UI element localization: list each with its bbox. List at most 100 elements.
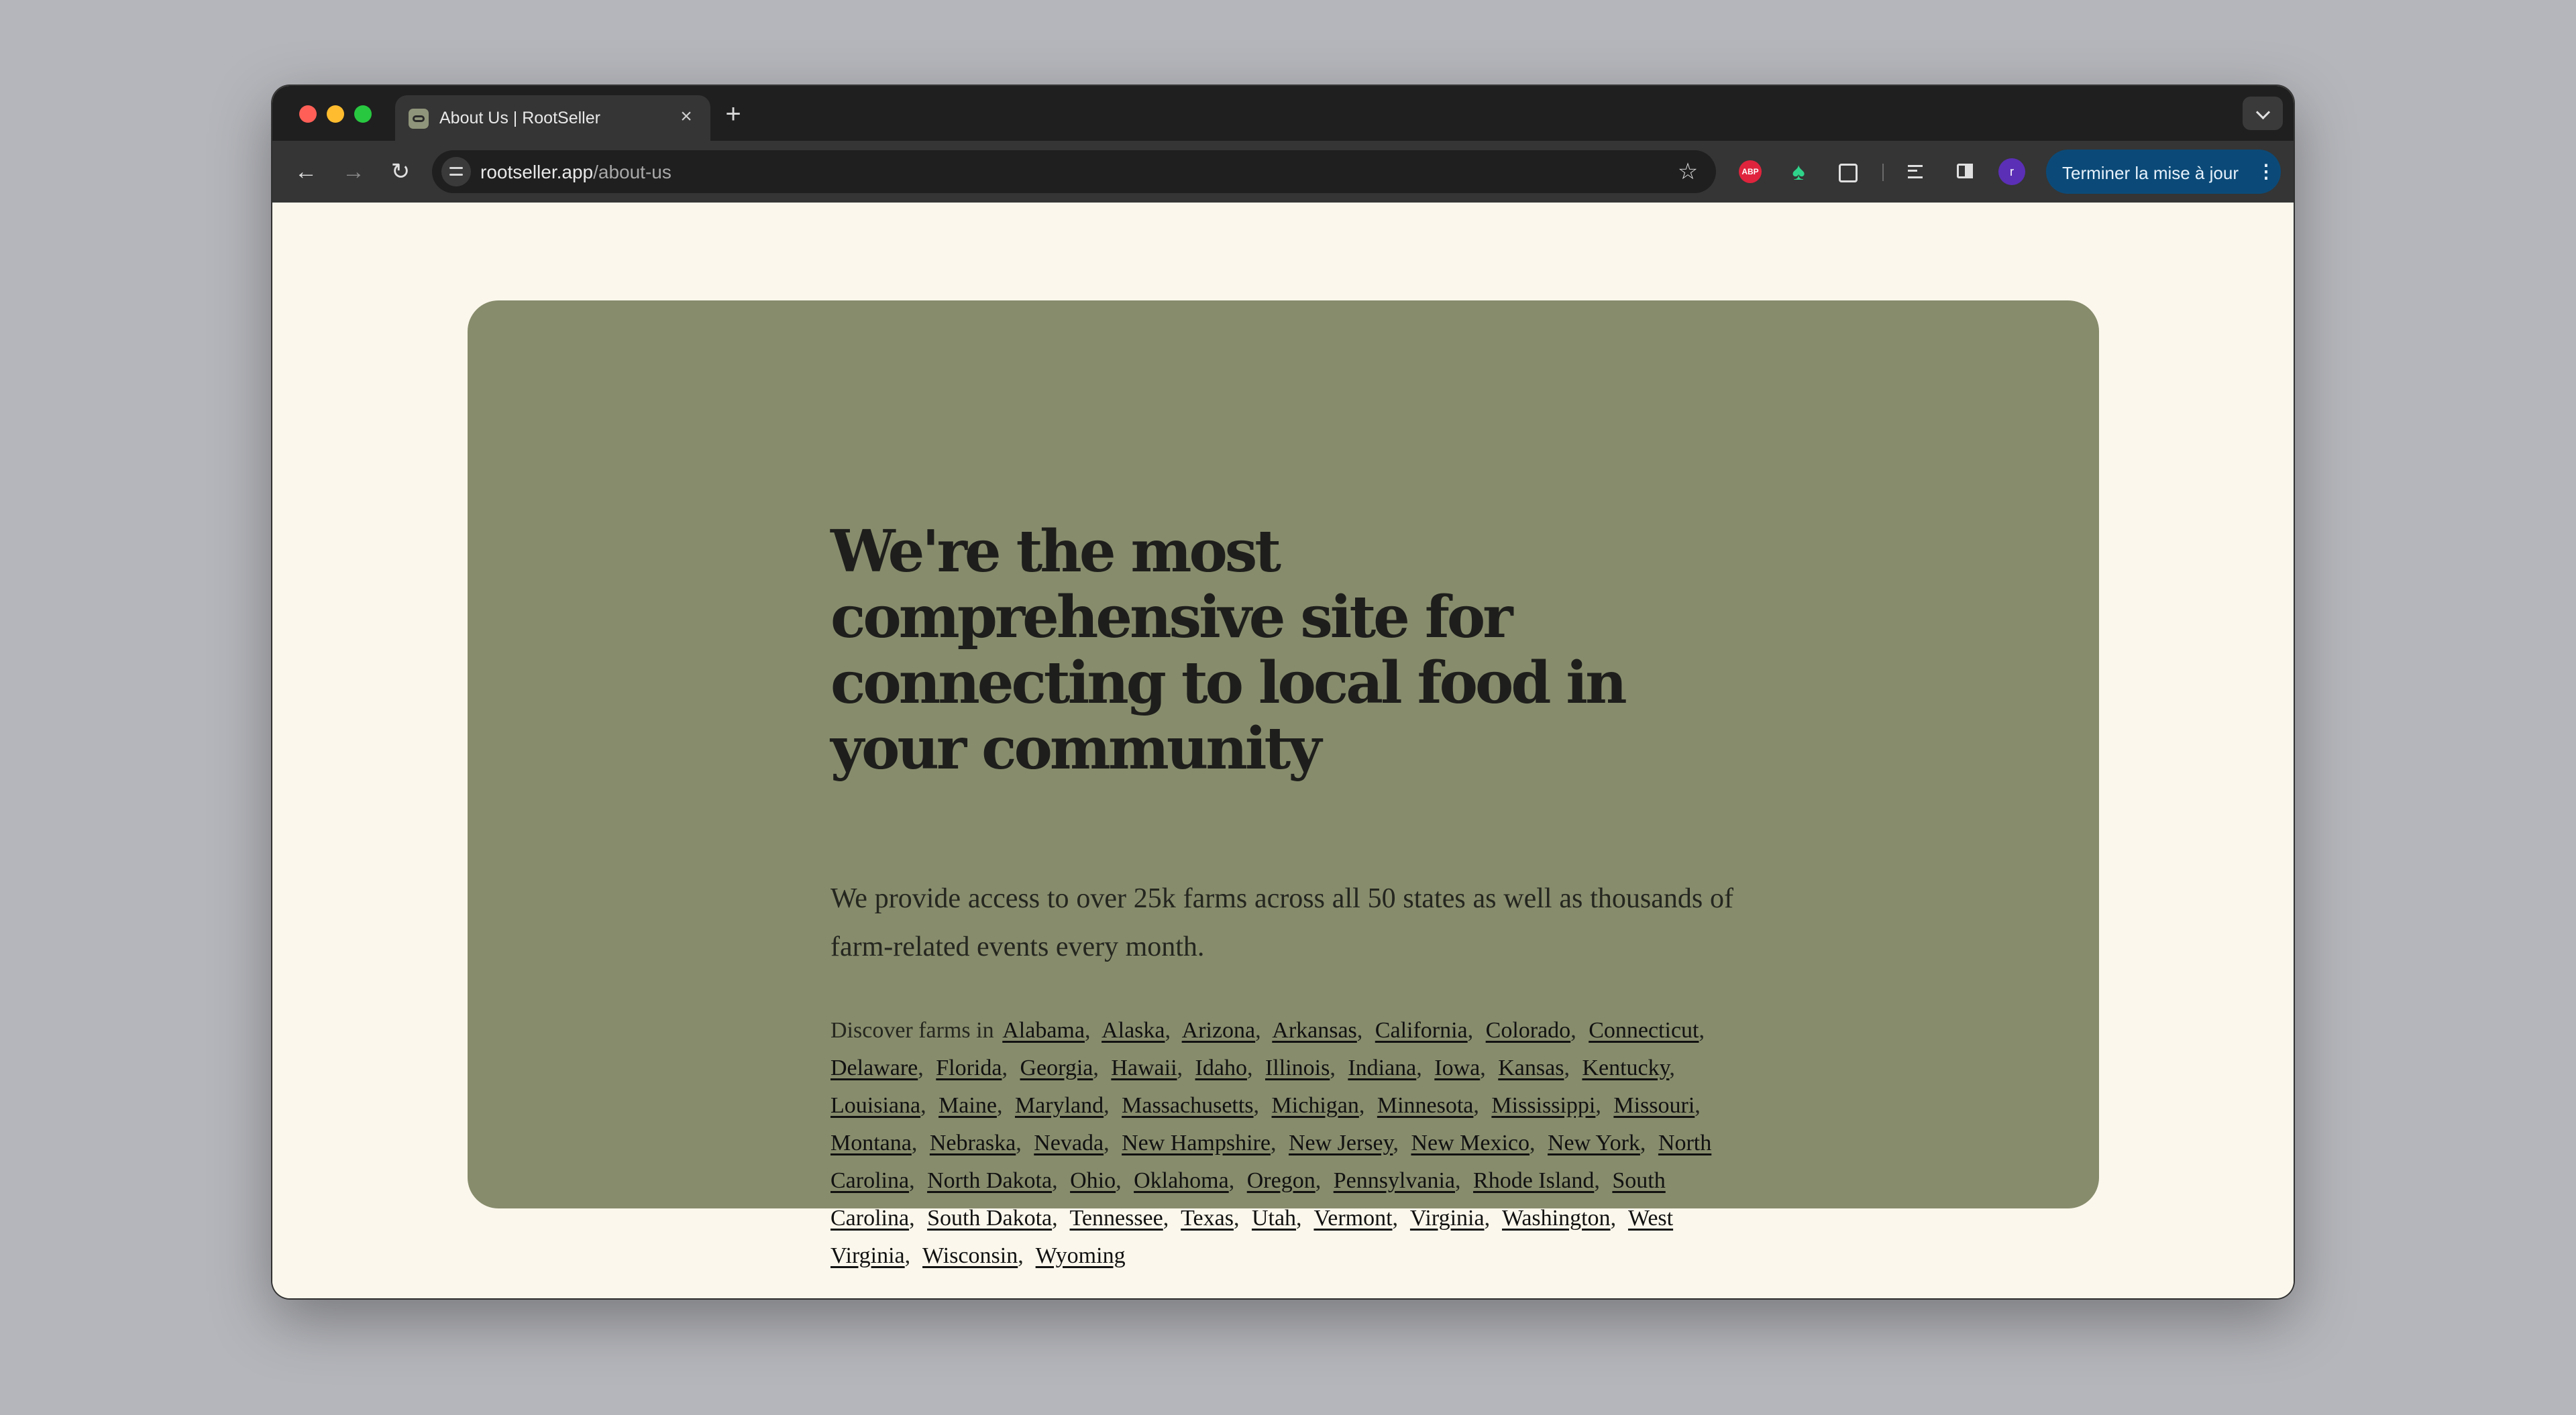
tree-extension-icon[interactable]: ♠ bbox=[1783, 156, 1814, 187]
state-separator: , bbox=[1610, 1206, 1617, 1231]
state-separator: , bbox=[1084, 1018, 1091, 1043]
state-separator: , bbox=[1315, 1168, 1322, 1193]
state-link-montana[interactable]: Montana bbox=[830, 1131, 912, 1155]
media-controls-icon[interactable] bbox=[1901, 156, 1932, 187]
state-separator: , bbox=[1570, 1018, 1576, 1043]
close-window-button[interactable] bbox=[299, 105, 317, 123]
state-link-illinois[interactable]: Illinois bbox=[1265, 1056, 1330, 1080]
adblock-plus-icon[interactable] bbox=[1735, 156, 1766, 187]
state-separator: , bbox=[1455, 1168, 1461, 1193]
side-panel-icon[interactable] bbox=[1949, 156, 1980, 187]
state-separator: , bbox=[1018, 1243, 1024, 1268]
state-separator: , bbox=[1177, 1056, 1183, 1080]
state-link-new-jersey[interactable]: New Jersey bbox=[1289, 1131, 1393, 1155]
state-link-idaho[interactable]: Idaho bbox=[1195, 1056, 1247, 1080]
bookmark-star-icon[interactable]: ☆ bbox=[1672, 156, 1704, 188]
extensions-puzzle-icon[interactable] bbox=[1831, 156, 1862, 187]
tab-search-chevron-icon[interactable] bbox=[2243, 97, 2283, 130]
state-link-louisiana[interactable]: Louisiana bbox=[830, 1093, 920, 1118]
state-separator: , bbox=[1480, 1056, 1486, 1080]
state-link-indiana[interactable]: Indiana bbox=[1348, 1056, 1416, 1080]
state-link-wisconsin[interactable]: Wisconsin bbox=[922, 1243, 1018, 1268]
state-link-maryland[interactable]: Maryland bbox=[1015, 1093, 1104, 1118]
state-separator: , bbox=[1594, 1168, 1600, 1193]
state-separator: , bbox=[1392, 1206, 1399, 1231]
state-link-oregon[interactable]: Oregon bbox=[1247, 1168, 1316, 1193]
maximize-window-button[interactable] bbox=[354, 105, 372, 123]
state-link-alabama[interactable]: Alabama bbox=[1002, 1018, 1085, 1043]
state-link-minnesota[interactable]: Minnesota bbox=[1377, 1093, 1474, 1118]
state-separator: , bbox=[1393, 1131, 1399, 1155]
tab-about-us[interactable]: About Us | RootSeller × bbox=[395, 95, 710, 141]
state-link-tennessee[interactable]: Tennessee bbox=[1070, 1206, 1163, 1231]
state-separator: , bbox=[1165, 1018, 1171, 1043]
state-link-missouri[interactable]: Missouri bbox=[1613, 1093, 1695, 1118]
rootseller-favicon-icon bbox=[409, 109, 429, 129]
state-link-arkansas[interactable]: Arkansas bbox=[1272, 1018, 1357, 1043]
state-link-ohio[interactable]: Ohio bbox=[1070, 1168, 1116, 1193]
state-link-arizona[interactable]: Arizona bbox=[1182, 1018, 1256, 1043]
state-link-north-dakota[interactable]: North Dakota bbox=[927, 1168, 1052, 1193]
state-link-maine[interactable]: Maine bbox=[938, 1093, 997, 1118]
state-link-kansas[interactable]: Kansas bbox=[1498, 1056, 1564, 1080]
state-link-oklahoma[interactable]: Oklahoma bbox=[1134, 1168, 1229, 1193]
state-link-delaware[interactable]: Delaware bbox=[830, 1056, 918, 1080]
state-link-alaska[interactable]: Alaska bbox=[1102, 1018, 1165, 1043]
new-tab-button[interactable]: + bbox=[718, 99, 748, 129]
state-link-georgia[interactable]: Georgia bbox=[1020, 1056, 1093, 1080]
state-link-nebraska[interactable]: Nebraska bbox=[930, 1131, 1016, 1155]
state-link-pennsylvania[interactable]: Pennsylvania bbox=[1334, 1168, 1455, 1193]
title-bar: About Us | RootSeller × + bbox=[272, 86, 2294, 141]
state-link-mississippi[interactable]: Mississippi bbox=[1491, 1093, 1595, 1118]
state-link-new-mexico[interactable]: New Mexico bbox=[1411, 1131, 1529, 1155]
state-link-wyoming[interactable]: Wyoming bbox=[1036, 1243, 1126, 1268]
site-settings-icon[interactable] bbox=[441, 157, 471, 186]
state-link-new-york[interactable]: New York bbox=[1548, 1131, 1640, 1155]
reload-icon[interactable]: ↻ bbox=[384, 156, 417, 188]
state-link-massachusetts[interactable]: Massachusetts bbox=[1122, 1093, 1253, 1118]
state-separator: , bbox=[1669, 1056, 1675, 1080]
state-link-florida[interactable]: Florida bbox=[936, 1056, 1002, 1080]
state-separator: , bbox=[1233, 1206, 1240, 1231]
profile-avatar[interactable]: r bbox=[1998, 158, 2025, 185]
state-link-iowa[interactable]: Iowa bbox=[1434, 1056, 1480, 1080]
state-separator: , bbox=[1104, 1093, 1110, 1118]
forward-arrow-icon[interactable]: → bbox=[337, 156, 370, 188]
state-link-kentucky[interactable]: Kentucky bbox=[1582, 1056, 1669, 1080]
state-separator: , bbox=[1253, 1093, 1260, 1118]
minimize-window-button[interactable] bbox=[327, 105, 344, 123]
finish-update-button[interactable]: Terminer la mise à jour ⋮ bbox=[2046, 150, 2281, 194]
state-separator: , bbox=[1228, 1168, 1235, 1193]
state-link-utah[interactable]: Utah bbox=[1252, 1206, 1296, 1231]
state-separator: , bbox=[1330, 1056, 1336, 1080]
state-separator: , bbox=[1640, 1131, 1646, 1155]
url-text[interactable]: rootseller.app/about-us bbox=[480, 162, 672, 183]
state-link-nevada[interactable]: Nevada bbox=[1034, 1131, 1104, 1155]
state-link-vermont[interactable]: Vermont bbox=[1313, 1206, 1392, 1231]
state-separator: , bbox=[1296, 1206, 1302, 1231]
state-separator: , bbox=[1016, 1131, 1022, 1155]
state-separator: , bbox=[1484, 1206, 1491, 1231]
state-separator: , bbox=[1093, 1056, 1099, 1080]
about-content: We're the most comprehensive site for co… bbox=[830, 519, 1733, 1269]
tab-title: About Us | RootSeller bbox=[439, 109, 600, 127]
state-link-rhode-island[interactable]: Rhode Island bbox=[1473, 1168, 1594, 1193]
state-link-new-hampshire[interactable]: New Hampshire bbox=[1122, 1131, 1271, 1155]
state-link-colorado[interactable]: Colorado bbox=[1486, 1018, 1571, 1043]
state-link-connecticut[interactable]: Connecticut bbox=[1589, 1018, 1699, 1043]
toolbar-divider bbox=[1882, 164, 1884, 181]
intro-paragraph: We provide access to over 25k farms acro… bbox=[830, 883, 1733, 962]
back-arrow-icon[interactable]: ← bbox=[290, 156, 322, 188]
state-link-virginia[interactable]: Virginia bbox=[1410, 1206, 1485, 1231]
address-bar[interactable]: rootseller.app/about-us ☆ bbox=[432, 150, 1716, 193]
state-link-texas[interactable]: Texas bbox=[1181, 1206, 1234, 1231]
state-link-michigan[interactable]: Michigan bbox=[1272, 1093, 1359, 1118]
state-link-california[interactable]: California bbox=[1375, 1018, 1468, 1043]
state-link-washington[interactable]: Washington bbox=[1502, 1206, 1611, 1231]
tab-close-icon[interactable]: × bbox=[674, 105, 698, 129]
state-link-south-dakota[interactable]: South Dakota bbox=[927, 1206, 1052, 1231]
state-separator: , bbox=[996, 1093, 1003, 1118]
state-link-hawaii[interactable]: Hawaii bbox=[1111, 1056, 1177, 1080]
more-menu-icon[interactable]: ⋮ bbox=[2257, 158, 2275, 186]
state-separator: , bbox=[920, 1093, 926, 1118]
